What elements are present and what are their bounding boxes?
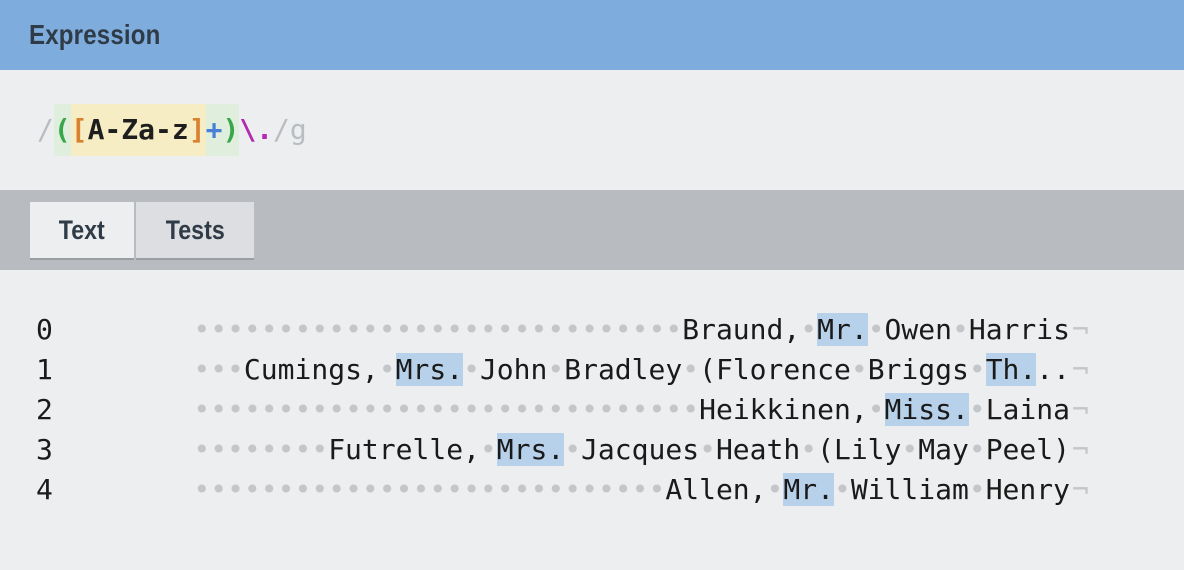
tabs-bar: Text Tests	[0, 190, 1184, 270]
tab-tests[interactable]: Tests	[136, 202, 254, 258]
expression-title: Expression	[29, 19, 161, 50]
regex-open-delimiter: /	[37, 113, 54, 146]
end-of-line-marker: ¬	[1072, 473, 1089, 506]
whitespace-marker: •	[968, 433, 986, 466]
text-token: (Florence	[699, 353, 851, 386]
whitespace-marker: •	[867, 393, 885, 426]
line-index: 3	[36, 433, 53, 466]
match-highlight: Miss.	[884, 393, 969, 426]
whitespace-marker: •	[547, 353, 565, 386]
text-token: Owen	[884, 313, 952, 346]
match-highlight: Th.	[985, 353, 1037, 386]
line-index: 4	[36, 473, 53, 506]
whitespace-marker: •	[901, 433, 919, 466]
whitespace-marker: •	[968, 393, 986, 426]
whitespace-padding: ••••••••	[193, 433, 329, 466]
line-index: 2	[36, 393, 53, 426]
whitespace-marker: •	[951, 313, 969, 346]
whitespace-marker: •	[699, 433, 716, 466]
line-index: 0	[36, 313, 53, 346]
whitespace-marker: •	[867, 313, 885, 346]
line-content: •••••••••••••••••••••••••••••Braund,•Mr.…	[56, 310, 1070, 350]
text-token: William	[850, 473, 969, 506]
text-line[interactable]: 3 ••••••••Futrelle,•Mrs.•Jacques•Heath•(L…	[0, 430, 1184, 470]
text-panel[interactable]: 0 •••••••••••••••••••••••••••••Braund,•Mr…	[0, 270, 1184, 570]
end-of-line-marker: ¬	[1072, 353, 1089, 386]
whitespace-marker: •	[378, 353, 396, 386]
expression-header: Expression	[0, 0, 1184, 70]
text-token: Cumings,	[243, 353, 379, 386]
text-token: Henry	[985, 473, 1070, 506]
regex-set-close: ]	[188, 104, 206, 156]
regex-set-body: A-Za-z	[87, 104, 189, 156]
whitespace-marker: •	[564, 433, 582, 466]
text-token: (Lily	[817, 433, 902, 466]
text-token: John	[479, 353, 548, 386]
regex-escaped-dot: \.	[239, 113, 274, 146]
end-of-line-marker: ¬	[1072, 393, 1089, 426]
line-content: ••••••••Futrelle,•Mrs.•Jacques•Heath•(Li…	[56, 430, 1070, 470]
line-content: •••Cumings,•Mrs.•John•Bradley•(Florence•…	[56, 350, 1070, 390]
text-token: Heath	[715, 433, 801, 466]
regex-close-delimiter: /	[273, 113, 290, 146]
regex-set-open: [	[70, 104, 88, 156]
text-token: May	[918, 433, 969, 466]
whitespace-marker: •	[766, 473, 784, 506]
text-line[interactable]: 4 ••••••••••••••••••••••••••••Allen,•Mr.•…	[0, 470, 1184, 510]
text-token: ..	[1036, 353, 1070, 386]
end-of-line-marker: ¬	[1072, 433, 1089, 466]
text-line[interactable]: 1 •••Cumings,•Mrs.•John•Bradley•(Florence…	[0, 350, 1184, 390]
whitespace-marker: •	[479, 433, 497, 466]
end-of-line-marker: ¬	[1072, 313, 1089, 346]
whitespace-marker: •	[800, 313, 818, 346]
tab-text[interactable]: Text	[30, 202, 134, 258]
match-highlight: Mr.	[783, 473, 834, 506]
match-highlight: Mr.	[817, 313, 868, 346]
match-highlight: Mrs.	[496, 433, 565, 466]
whitespace-marker: •	[968, 353, 986, 386]
whitespace-marker: •	[800, 433, 818, 466]
whitespace-padding: ••••••••••••••••••••••••••••	[193, 473, 666, 506]
expression-panel[interactable]: / ( [ A-Za-z ] + ) \. / g	[0, 70, 1184, 190]
whitespace-padding: •••	[193, 353, 244, 386]
match-highlight: Mrs.	[395, 353, 464, 386]
text-token: Heikkinen,	[699, 393, 868, 426]
line-content: ••••••••••••••••••••••••••••••Heikkinen,…	[56, 390, 1070, 430]
tab-text-label: Text	[58, 214, 106, 245]
whitespace-padding: ••••••••••••••••••••••••••••••	[193, 393, 700, 426]
whitespace-marker: •	[850, 353, 868, 386]
tab-tests-label: Tests	[165, 214, 225, 245]
text-token: Harris	[968, 313, 1070, 346]
line-index: 1	[36, 353, 53, 386]
text-token: Briggs	[867, 353, 969, 386]
text-token: Allen,	[665, 473, 767, 506]
line-content: ••••••••••••••••••••••••••••Allen,•Mr.•W…	[56, 470, 1070, 510]
whitespace-marker: •	[682, 353, 700, 386]
text-token: Peel)	[985, 433, 1070, 466]
regex-group-close: )	[222, 104, 240, 156]
regex-flags: g	[289, 113, 307, 146]
regex-expression[interactable]: / ( [ A-Za-z ] + ) \. / g	[37, 104, 307, 156]
regex-quantifier: +	[205, 104, 223, 156]
whitespace-padding: •••••••••••••••••••••••••••••	[193, 313, 683, 346]
whitespace-marker: •	[833, 473, 851, 506]
text-token: Futrelle,	[328, 433, 480, 466]
text-token: Braund,	[682, 313, 801, 346]
text-token: Laina	[985, 393, 1070, 426]
whitespace-marker: •	[968, 473, 986, 506]
whitespace-marker: •	[463, 353, 480, 386]
text-token: Bradley	[564, 353, 683, 386]
regex-group-open: (	[53, 104, 71, 156]
text-line[interactable]: 2 ••••••••••••••••••••••••••••••Heikkinen…	[0, 390, 1184, 430]
text-line[interactable]: 0 •••••••••••••••••••••••••••••Braund,•Mr…	[0, 310, 1184, 350]
text-token: Jacques	[581, 433, 700, 466]
